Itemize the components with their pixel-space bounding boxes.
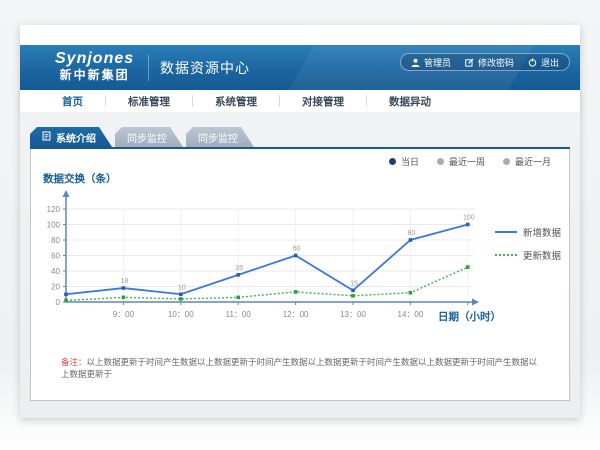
legend-label: 更新数据 bbox=[523, 248, 561, 262]
line-chart: 0 20 40 60 80 100 120 9：00 10：00 11：00 12：00 13：00 1… bbox=[36, 187, 501, 337]
tab-system-intro[interactable]: 系统介绍 bbox=[30, 127, 112, 147]
filter-radio-2[interactable]: 最近一月 bbox=[503, 155, 551, 168]
svg-text:10: 10 bbox=[178, 284, 186, 291]
svg-text:9：00: 9：00 bbox=[113, 310, 135, 319]
nav-item-standard-mgmt[interactable]: 标准管理 bbox=[106, 94, 192, 109]
nav-item-data-change[interactable]: 数据异动 bbox=[367, 94, 453, 109]
svg-text:11：00: 11：00 bbox=[226, 310, 252, 319]
user-name: 管理员 bbox=[424, 56, 451, 69]
tab-label: 同步监控 bbox=[127, 130, 167, 145]
document-icon bbox=[42, 131, 51, 144]
nav-item-interface-mgmt[interactable]: 对接管理 bbox=[280, 94, 366, 109]
app-window: Synjones 新中新集团 数据资源中心 管理员 修改密码 bbox=[20, 25, 580, 418]
filter-label: 当日 bbox=[401, 155, 419, 168]
change-password-button[interactable]: 修改密码 bbox=[465, 56, 514, 69]
svg-text:100: 100 bbox=[463, 215, 475, 222]
app-title: 数据资源中心 bbox=[160, 58, 250, 78]
legend-item-1: 更新数据 bbox=[495, 248, 561, 262]
svg-text:35: 35 bbox=[235, 265, 243, 272]
svg-text:18: 18 bbox=[121, 278, 129, 285]
tab-sync-monitor-2[interactable]: 同步监控 bbox=[186, 127, 254, 147]
chart-panel: 当日 最近一周 最近一月 数据交换（条） 0 20 40 60 80 100 120 9：00 10… bbox=[30, 149, 570, 401]
main-nav: 首页 标准管理 系统管理 对接管理 数据异动 bbox=[20, 90, 580, 112]
svg-text:15: 15 bbox=[350, 280, 358, 287]
power-icon bbox=[528, 58, 537, 67]
time-range-filters: 当日 最近一周 最近一月 bbox=[389, 155, 551, 168]
filter-label: 最近一月 bbox=[515, 155, 551, 168]
footnote: 备注：以上数据更新于时间产生数据以上数据更新于时间产生数据以上数据更新于时间产生… bbox=[61, 356, 541, 380]
svg-text:100: 100 bbox=[47, 221, 61, 230]
tab-label: 系统介绍 bbox=[56, 130, 96, 145]
chart-legend: 新增数据更新数据 bbox=[495, 225, 561, 262]
x-axis-title: 日期（小时） bbox=[438, 309, 501, 324]
svg-text:0: 0 bbox=[56, 298, 61, 307]
app-header: Synjones 新中新集团 数据资源中心 管理员 修改密码 bbox=[20, 45, 580, 90]
logo-company-name: 新中新集团 bbox=[55, 68, 134, 82]
svg-text:60: 60 bbox=[293, 246, 301, 253]
svg-text:13：00: 13：00 bbox=[340, 310, 366, 319]
svg-text:120: 120 bbox=[47, 205, 61, 214]
filter-radio-0[interactable]: 当日 bbox=[389, 155, 419, 168]
user-toolbar: 管理员 修改密码 退出 bbox=[400, 53, 570, 71]
svg-text:60: 60 bbox=[51, 252, 60, 261]
filter-radio-1[interactable]: 最近一周 bbox=[437, 155, 485, 168]
footnote-prefix: 备注： bbox=[61, 357, 87, 367]
tab-label: 同步监控 bbox=[198, 130, 238, 145]
tab-strip: 系统介绍 同步监控 同步监控 bbox=[30, 127, 254, 147]
svg-text:20: 20 bbox=[51, 283, 60, 292]
header-divider bbox=[148, 55, 149, 81]
svg-text:14：00: 14：00 bbox=[398, 310, 424, 319]
radio-unselected-icon bbox=[503, 158, 510, 165]
tab-sync-monitor-1[interactable]: 同步监控 bbox=[115, 127, 183, 147]
footnote-text: 以上数据更新于时间产生数据以上数据更新于时间产生数据以上数据更新于时间产生数据以… bbox=[61, 357, 537, 379]
svg-text:40: 40 bbox=[51, 267, 60, 276]
filter-label: 最近一周 bbox=[449, 155, 485, 168]
logout-button[interactable]: 退出 bbox=[528, 56, 559, 69]
y-axis-title: 数据交换（条） bbox=[43, 171, 117, 186]
radio-unselected-icon bbox=[437, 158, 444, 165]
user-icon bbox=[411, 58, 420, 67]
user-menu[interactable]: 管理员 bbox=[411, 56, 451, 69]
logout-label: 退出 bbox=[541, 56, 559, 69]
legend-item-0: 新增数据 bbox=[495, 225, 561, 239]
screenshot-stage: Synjones 新中新集团 数据资源中心 管理员 修改密码 bbox=[0, 0, 600, 450]
legend-line-swatch bbox=[495, 254, 517, 256]
svg-text:80: 80 bbox=[408, 230, 416, 237]
edit-icon bbox=[465, 58, 474, 67]
legend-line-swatch bbox=[495, 231, 517, 233]
radio-selected-icon bbox=[389, 158, 396, 165]
svg-text:12：00: 12：00 bbox=[283, 310, 309, 319]
svg-text:10：00: 10：00 bbox=[168, 310, 194, 319]
content-area: 系统介绍 同步监控 同步监控 当日 最近一周 最近一月 数据交换（条） 0 20 40 6… bbox=[20, 112, 580, 418]
company-logo: Synjones 新中新集团 bbox=[55, 50, 134, 82]
nav-item-system-mgmt[interactable]: 系统管理 bbox=[193, 94, 279, 109]
svg-text:80: 80 bbox=[51, 236, 60, 245]
logo-wordmark: Synjones bbox=[55, 50, 134, 68]
change-password-label: 修改密码 bbox=[478, 56, 514, 69]
nav-item-home[interactable]: 首页 bbox=[40, 94, 105, 109]
legend-label: 新增数据 bbox=[523, 225, 561, 239]
